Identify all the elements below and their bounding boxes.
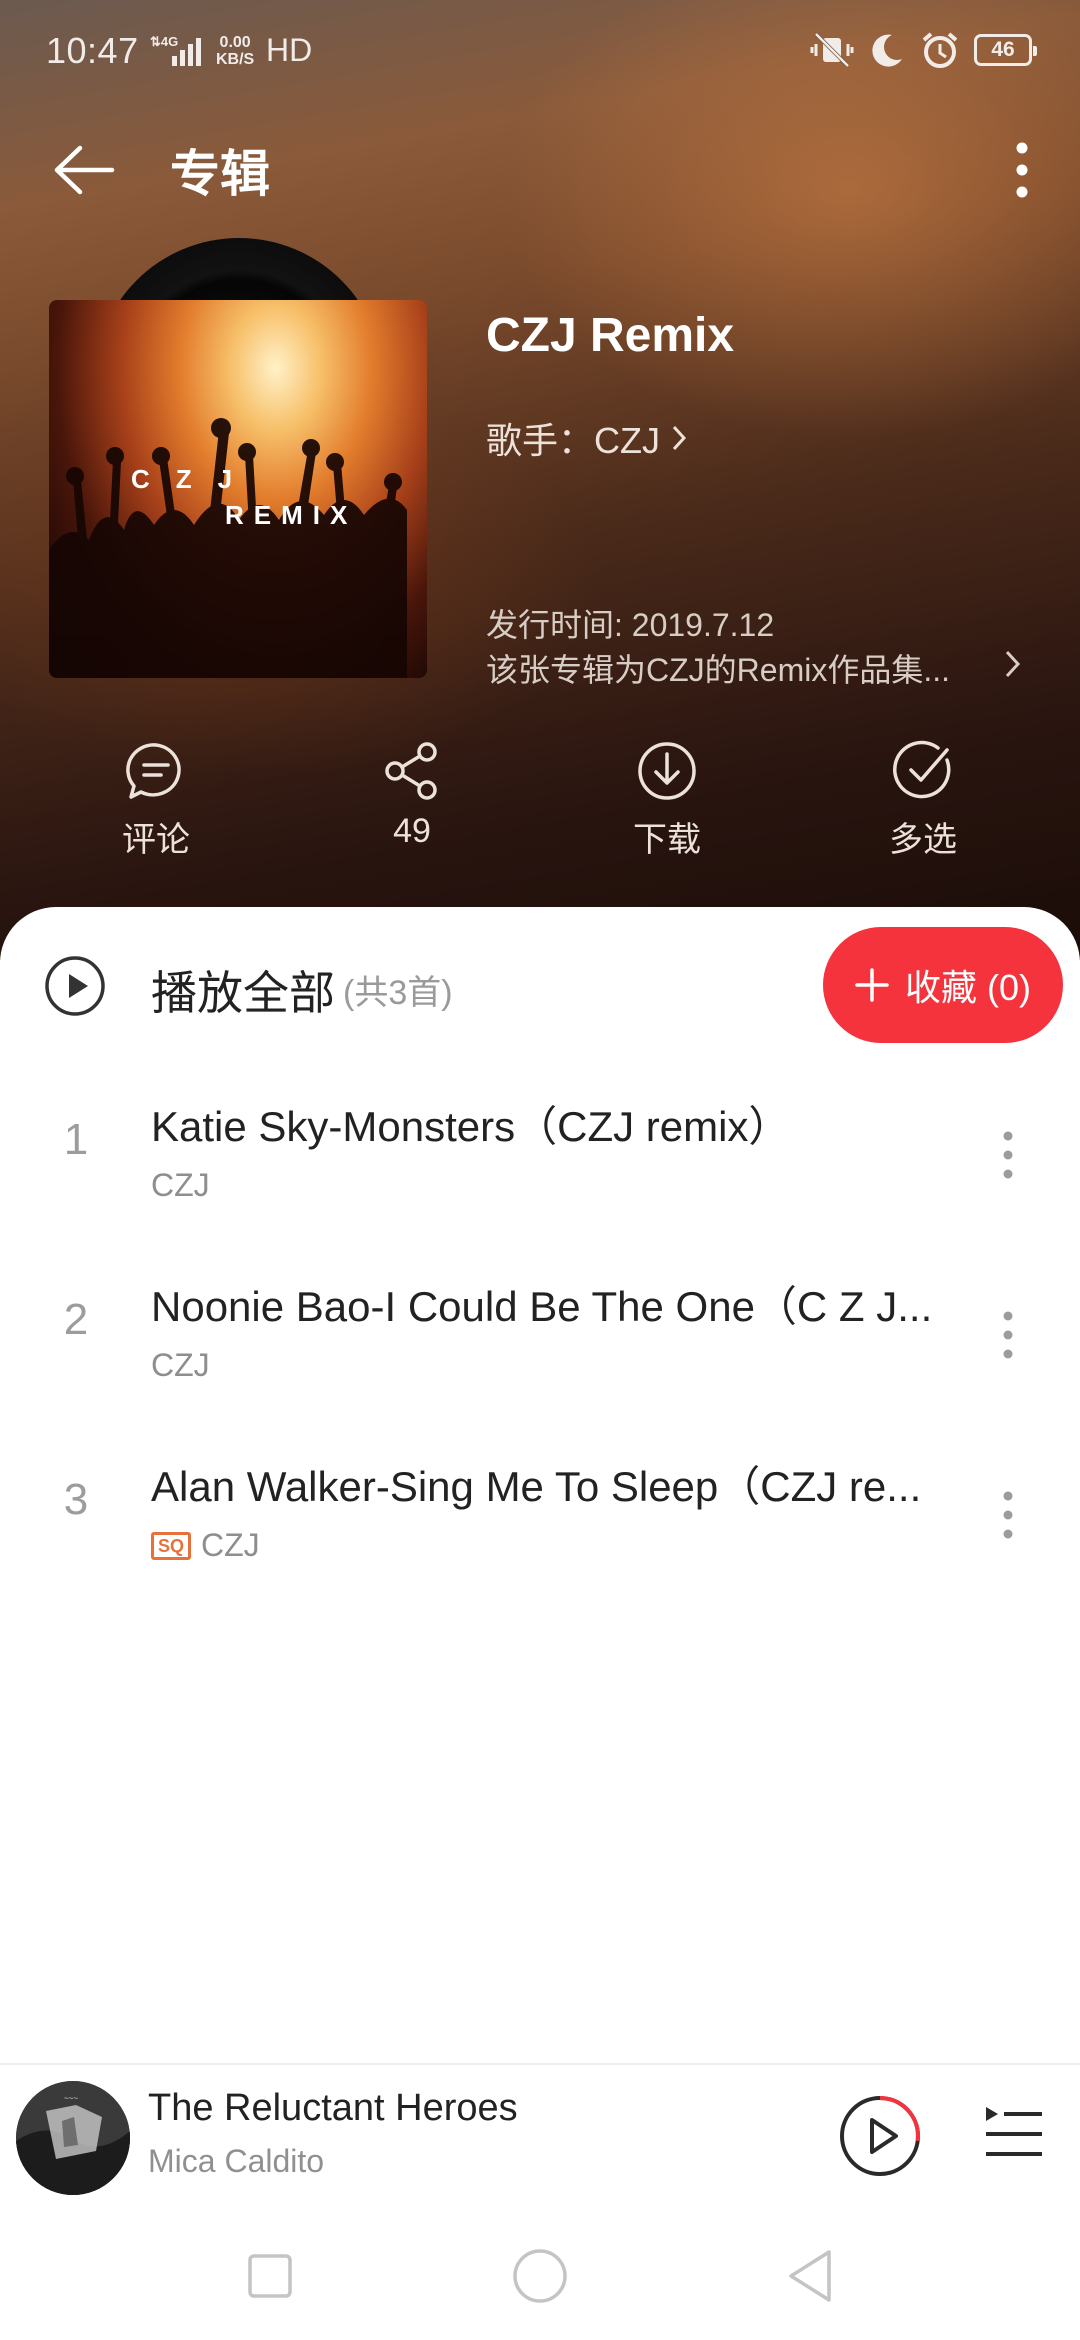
top-nav: 专辑 bbox=[0, 110, 1080, 220]
back-button[interactable] bbox=[44, 130, 124, 210]
multi-select-label: 多选 bbox=[889, 821, 957, 859]
track-row[interactable]: 3 Alan Walker-Sing Me To Sleep（CZJ re...… bbox=[0, 1417, 1080, 1597]
share-count: 49 bbox=[393, 812, 431, 850]
track-artist: SQ CZJ bbox=[151, 1527, 260, 1564]
now-playing-artist: Mica Caldito bbox=[148, 2143, 325, 2179]
chevron-right-icon[interactable] bbox=[1000, 648, 1024, 680]
more-vertical-icon bbox=[1016, 142, 1028, 198]
multi-select-button[interactable]: 多选 bbox=[843, 740, 1003, 861]
play-circle-icon[interactable] bbox=[44, 955, 106, 1017]
artist-name: 歌手：CZJ bbox=[486, 420, 660, 461]
triangle-back-icon bbox=[789, 2250, 831, 2302]
sq-quality-badge: SQ bbox=[151, 1531, 192, 1560]
track-number: 1 bbox=[63, 1115, 89, 1164]
track-artist: CZJ bbox=[151, 1347, 210, 1383]
collect-button[interactable]: 收藏 (0) bbox=[823, 927, 1063, 1043]
status-bar: 10:47 ⇅4G 0.00 KB/S HD 46 bbox=[0, 0, 1080, 105]
track-number: 3 bbox=[63, 1475, 89, 1524]
share-icon bbox=[385, 742, 437, 800]
collect-label: 收藏 (0) bbox=[904, 967, 1031, 1008]
network-speed: 0.00 KB/S bbox=[216, 34, 255, 68]
cover-text-remix: REMIX bbox=[225, 500, 358, 530]
cover-text-czj: CZJ bbox=[131, 464, 259, 494]
download-icon bbox=[638, 742, 696, 800]
artist-link[interactable]: 歌手：CZJ bbox=[486, 412, 690, 464]
mini-player[interactable]: ~~~ The Reluctant Heroes Mica Caldito bbox=[0, 2063, 1080, 2213]
play-progress-button[interactable] bbox=[837, 2093, 923, 2179]
svg-text:~~~: ~~~ bbox=[64, 2094, 78, 2103]
now-playing-cover[interactable]: ~~~ bbox=[16, 2081, 130, 2195]
more-vertical-icon bbox=[1003, 1491, 1013, 1539]
more-vertical-icon bbox=[1003, 1131, 1013, 1179]
status-icons: 46 bbox=[810, 30, 1037, 70]
album-description[interactable]: 该张专辑为CZJ的Remix作品集... bbox=[486, 645, 956, 691]
track-more-button[interactable] bbox=[978, 1475, 1038, 1555]
release-date: 发行时间: 2019.7.12 bbox=[486, 607, 775, 643]
signal-icon: ⇅4G bbox=[150, 34, 201, 66]
back-nav-button[interactable] bbox=[775, 2241, 845, 2311]
system-navigation-bar bbox=[0, 2213, 1080, 2340]
battery-indicator: 46 bbox=[974, 34, 1037, 66]
home-button[interactable] bbox=[505, 2241, 575, 2311]
track-row[interactable]: 2 Noonie Bao-I Could Be The One（C Z J...… bbox=[0, 1237, 1080, 1417]
plus-icon bbox=[855, 968, 889, 1002]
track-list-card: 播放全部 (共3首) 收藏 (0) 1 Katie Sky-Monsters（C… bbox=[0, 907, 1080, 2063]
album-actions: 评论 49 下载 多选 bbox=[0, 740, 1080, 880]
share-button[interactable]: 49 bbox=[332, 740, 492, 851]
download-label: 下载 bbox=[633, 821, 701, 859]
track-title: Alan Walker-Sing Me To Sleep（CZJ re... bbox=[151, 1463, 922, 1510]
circle-icon bbox=[513, 2249, 567, 2303]
playlist-queue-icon[interactable] bbox=[980, 2101, 1046, 2165]
more-options-button[interactable] bbox=[990, 130, 1054, 210]
play-all-row[interactable]: 播放全部 (共3首) 收藏 (0) bbox=[0, 907, 1080, 1057]
track-title: Noonie Bao-I Could Be The One（C Z J... bbox=[151, 1283, 933, 1330]
hd-indicator: HD bbox=[266, 32, 313, 68]
comment-button[interactable]: 评论 bbox=[76, 740, 236, 861]
recent-apps-button[interactable] bbox=[235, 2241, 305, 2311]
svg-text:⇅4G: ⇅4G bbox=[150, 34, 178, 49]
track-row[interactable]: 1 Katie Sky-Monsters（CZJ remix） CZJ bbox=[0, 1057, 1080, 1237]
chevron-right-icon bbox=[672, 425, 687, 451]
page-title: 专辑 bbox=[170, 146, 270, 202]
track-count: (共3首) bbox=[343, 974, 453, 1012]
album-cover[interactable]: CZJ REMIX bbox=[49, 300, 427, 678]
now-playing-title: The Reluctant Heroes bbox=[148, 2087, 518, 2129]
vibrate-mute-icon bbox=[810, 32, 854, 68]
status-time: 10:47 bbox=[46, 30, 139, 71]
comment-label: 评论 bbox=[122, 821, 190, 859]
track-number: 2 bbox=[63, 1295, 89, 1344]
track-title: Katie Sky-Monsters（CZJ remix） bbox=[151, 1103, 791, 1150]
track-more-button[interactable] bbox=[978, 1115, 1038, 1195]
arrow-left-icon bbox=[54, 145, 115, 195]
square-icon bbox=[248, 2254, 292, 2298]
comment-icon bbox=[126, 743, 181, 799]
track-more-button[interactable] bbox=[978, 1295, 1038, 1375]
moon-icon bbox=[872, 34, 902, 67]
multi-select-icon bbox=[893, 740, 951, 799]
play-all-label[interactable]: 播放全部 bbox=[151, 957, 335, 1023]
download-button[interactable]: 下载 bbox=[587, 740, 747, 861]
alarm-icon bbox=[922, 32, 958, 68]
more-vertical-icon bbox=[1003, 1311, 1013, 1359]
track-artist: CZJ bbox=[151, 1167, 210, 1203]
now-playing-artwork: ~~~ bbox=[16, 2081, 130, 2195]
album-title: CZJ Remix bbox=[486, 309, 735, 362]
